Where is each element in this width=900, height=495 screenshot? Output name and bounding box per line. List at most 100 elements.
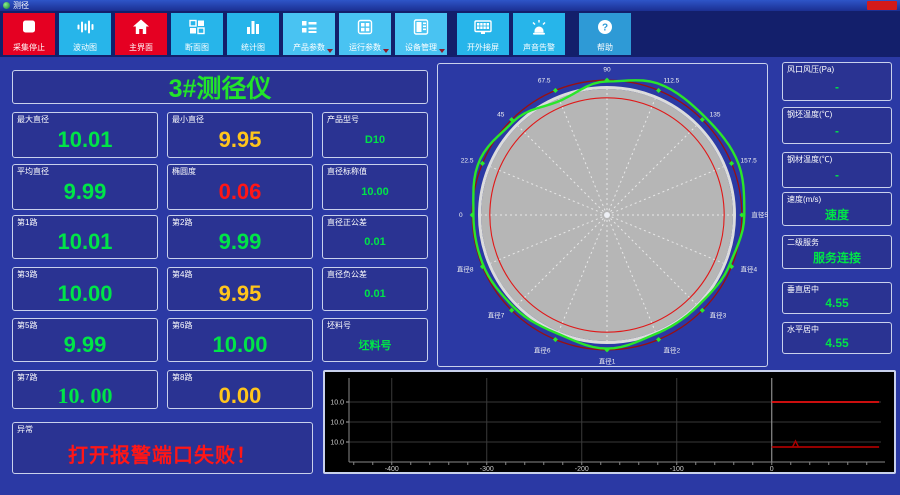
dropdown-arrow-icon	[327, 49, 333, 53]
field-label: 直径标称值	[327, 167, 367, 176]
field-path-1: 第1路 10.01	[12, 215, 158, 259]
field-label: 二级服务	[787, 238, 819, 247]
product-params-icon	[299, 18, 319, 36]
field-billet-temperature: 钢坯温度(℃) -	[782, 107, 892, 144]
field-value: -	[835, 79, 839, 94]
field-speed: 速度(m/s) 速度	[782, 192, 892, 226]
toolbar-button-stats-chart[interactable]: 统计图	[227, 13, 279, 55]
field-label: 第3路	[17, 270, 38, 279]
field-minus-tolerance: 直径负公差 0.01	[322, 267, 428, 311]
window-title: 测径	[13, 0, 29, 10]
stop-icon	[19, 18, 39, 36]
spoke-marker	[656, 87, 662, 93]
angle-label: 67.5	[538, 77, 551, 84]
angle-label: 22.5	[461, 158, 474, 165]
field-horizontal-center: 水平居中 4.55	[782, 322, 892, 354]
y-tick-label: 10.0	[330, 400, 344, 407]
field-wind-pressure: 风口风压(Pa) -	[782, 62, 892, 101]
toolbar-button-label: 产品参数	[293, 43, 325, 52]
toolbar-button-label: 开外接屏	[467, 43, 499, 52]
field-value: 9.95	[218, 127, 262, 152]
diameter-label: 直径4	[741, 264, 758, 273]
toolbar-button-run-params[interactable]: 运行参数	[339, 13, 391, 55]
field-path-8: 第8路 0.00	[167, 370, 313, 409]
toolbar-button-wave-chart[interactable]: 波动图	[59, 13, 111, 55]
field-label: 钢坯温度(℃)	[787, 110, 833, 119]
toolbar-button-device-manage[interactable]: 设备管理	[395, 13, 447, 55]
field-value: 0.00	[218, 383, 262, 408]
x-tick-label: -100	[670, 466, 684, 473]
angle-label: 90	[603, 67, 611, 74]
spoke-marker	[656, 337, 662, 343]
field-value: 0.06	[218, 179, 262, 204]
field-label: 第5路	[17, 321, 38, 330]
field-exception: 异常 打开报警端口失败！	[12, 422, 313, 474]
toolbar-button-sound-alarm[interactable]: 声音告警	[513, 13, 565, 55]
field-value: 速度	[824, 207, 849, 222]
center-dot	[604, 212, 610, 218]
help-icon: ?	[595, 18, 615, 36]
field-path-2: 第2路 9.99	[167, 215, 313, 259]
field-label: 垂直居中	[787, 285, 819, 294]
close-button[interactable]	[867, 1, 897, 10]
app-window: 测径 采集停止 波动图 主界面 断面图 统计图 产品参数 运行参数 设备管理 开外接屏 声音告警?…	[0, 0, 900, 495]
toolbar-button-section-chart[interactable]: 断面图	[171, 13, 223, 55]
diameter-label: 直径2	[663, 346, 680, 355]
trend-chart-panel: 10.0 10.0 10.0 -400 -300 -200 -100 0	[323, 370, 896, 474]
field-label: 速度(m/s)	[787, 195, 822, 204]
angle-label: 45	[497, 111, 505, 118]
toolbar-button-product-params[interactable]: 产品参数	[283, 13, 335, 55]
x-tick-label: 0	[770, 466, 774, 473]
trend-chart: 10.0 10.0 10.0 -400 -300 -200 -100 0	[330, 378, 885, 473]
field-value: 9.99	[63, 332, 107, 357]
toolbar-button-help[interactable]: ? 帮助	[579, 13, 631, 55]
field-ovality: 椭圆度 0.06	[167, 164, 313, 210]
gauge-title-box: 3#测径仪	[12, 70, 428, 104]
toolbar-button-label: 波动图	[73, 43, 97, 52]
angle-label: 0	[459, 212, 463, 219]
field-value: 4.55	[825, 336, 849, 350]
toolbar-button-capture-stop[interactable]: 采集停止	[3, 13, 55, 55]
spoke-marker	[552, 337, 558, 343]
field-value: -	[835, 168, 839, 182]
dropdown-arrow-icon	[439, 49, 445, 53]
toolbar-button-external-screen[interactable]: 开外接屏	[457, 13, 509, 55]
field-billet-no: 坯料号 坯料号	[322, 318, 428, 362]
spoke-marker	[552, 87, 558, 93]
field-label: 直径负公差	[327, 270, 367, 279]
field-vertical-center: 垂直居中 4.55	[782, 282, 892, 314]
y-tick-label: 10.0	[330, 420, 344, 427]
field-value: 10.00	[212, 332, 268, 357]
field-steel-temperature: 钢材温度(℃) -	[782, 152, 892, 188]
diameter-label: 直径6	[534, 346, 551, 355]
spoke-marker	[479, 160, 485, 166]
field-path-7: 第7路 10. 00	[12, 370, 158, 409]
toolbar-button-main-view[interactable]: 主界面	[115, 13, 167, 55]
field-label: 第4路	[172, 270, 193, 279]
device-manage-icon	[411, 18, 431, 36]
toolbar-button-label: 声音告警	[523, 43, 555, 52]
field-path-3: 第3路 10.00	[12, 267, 158, 311]
dropdown-arrow-icon	[383, 49, 389, 53]
field-label: 第6路	[172, 321, 193, 330]
home-icon	[131, 18, 151, 36]
field-path-6: 第6路 10.00	[167, 318, 313, 362]
x-tick-label: -400	[385, 466, 399, 473]
toolbar-button-label: 统计图	[241, 43, 265, 52]
toolbar: 采集停止 波动图 主界面 断面图 统计图 产品参数 运行参数 设备管理 开外接屏 声音告警 ? 帮助	[0, 11, 900, 57]
field-label: 最大直径	[17, 115, 49, 124]
cross-section-panel: 0 22.5 45 67.5 90 112.5 135 157.5 直径5 直径4 直径3 直径2 直径…	[437, 63, 768, 367]
toolbar-button-label: 主界面	[129, 43, 153, 52]
x-tick-label: -200	[575, 466, 589, 473]
field-value: D10	[364, 134, 386, 146]
field-value: 坯料号	[358, 340, 392, 352]
field-value: 服务连接	[812, 250, 861, 265]
field-value: 9.99	[63, 179, 107, 204]
field-label: 异常	[17, 425, 33, 434]
toolbar-button-label: 断面图	[185, 43, 209, 52]
field-label: 坯料号	[327, 321, 351, 330]
field-path-5: 第5路 9.99	[12, 318, 158, 362]
x-tick-label: -300	[480, 466, 494, 473]
titlebar: 测径	[0, 0, 900, 11]
barchart-icon	[243, 18, 263, 36]
